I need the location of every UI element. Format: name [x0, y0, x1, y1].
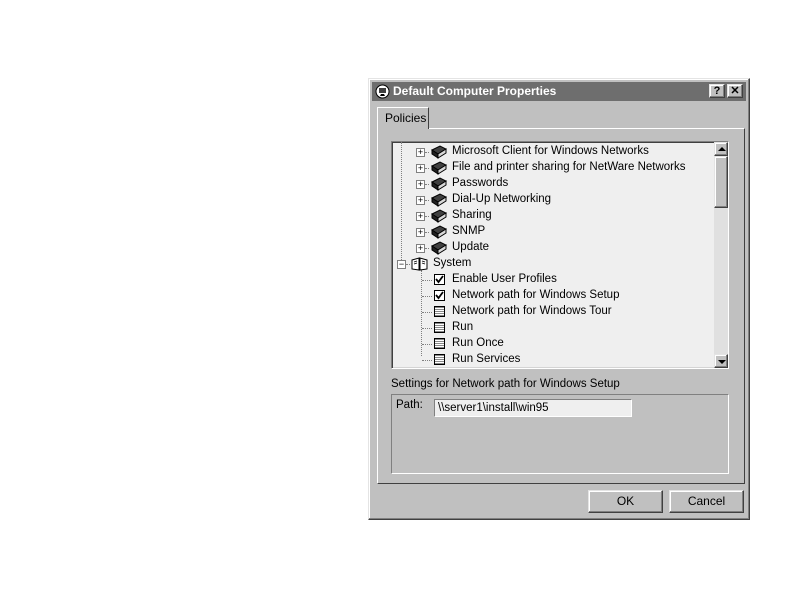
- expand-icon[interactable]: +: [416, 148, 425, 157]
- scroll-up-button[interactable]: [714, 142, 728, 156]
- computer-policy-icon: [375, 84, 390, 99]
- help-button[interactable]: ?: [709, 84, 725, 98]
- expand-icon[interactable]: +: [416, 228, 425, 237]
- closed-book-icon: [430, 145, 448, 159]
- tab-policies[interactable]: Policies: [377, 107, 429, 129]
- closed-book-icon: [430, 177, 448, 191]
- tree-item[interactable]: + SNMP: [392, 224, 712, 240]
- settings-label: Settings for Network path for Windows Se…: [391, 378, 620, 390]
- tree-item[interactable]: + File and printer sharing for NetWare Ne…: [392, 160, 712, 176]
- expand-icon[interactable]: +: [416, 212, 425, 221]
- tree-connector: [425, 248, 429, 249]
- path-label: Path:: [396, 399, 423, 411]
- tree-item[interactable]: + Passwords: [392, 176, 712, 192]
- policy-tree-rows: + Microsoft Client for Windows Networks + F…: [392, 142, 712, 366]
- tree-item[interactable]: + Dial-Up Networking: [392, 192, 712, 208]
- tree-item-label: Passwords: [452, 177, 509, 189]
- tree-item[interactable]: Network path for Windows Setup: [392, 288, 712, 304]
- checkmark-icon: [435, 291, 444, 300]
- tree-item-label: File and printer sharing for NetWare Net…: [452, 161, 686, 173]
- cancel-button[interactable]: Cancel: [669, 490, 744, 513]
- tree-connector: [425, 200, 429, 201]
- expand-icon[interactable]: +: [416, 244, 425, 253]
- grayed-checkbox[interactable]: [434, 338, 445, 349]
- tree-item-label: Network path for Windows Setup: [452, 289, 620, 301]
- expand-icon[interactable]: +: [416, 164, 425, 173]
- tree-item[interactable]: + Microsoft Client for Windows Networks: [392, 144, 712, 160]
- tree-item-label: System: [433, 257, 472, 269]
- tree-connector: [425, 216, 429, 217]
- tree-connector: [422, 296, 432, 297]
- closed-book-icon: [430, 241, 448, 255]
- tree-item-label: Run Once: [452, 337, 504, 349]
- tree-item[interactable]: + Sharing: [392, 208, 712, 224]
- tree-connector: [422, 280, 432, 281]
- tree-item-label: Update: [452, 241, 490, 253]
- tree-connector: [422, 312, 432, 313]
- scroll-thumb[interactable]: [714, 156, 728, 208]
- tree-item[interactable]: + Update: [392, 240, 712, 256]
- expand-icon[interactable]: +: [416, 180, 425, 189]
- tree-connector: [425, 168, 429, 169]
- tree-item-label: Sharing: [452, 209, 492, 221]
- title-bar[interactable]: Default Computer Properties ? ✕: [372, 82, 746, 101]
- closed-book-icon: [430, 209, 448, 223]
- tree-connector: [422, 328, 432, 329]
- tree-connector: [422, 360, 432, 361]
- closed-book-icon: [430, 193, 448, 207]
- tree-item[interactable]: Network path for Windows Tour: [392, 304, 712, 320]
- policy-tree[interactable]: + Microsoft Client for Windows Networks + F…: [391, 141, 729, 369]
- tree-item[interactable]: Run Services: [392, 352, 712, 368]
- tree-item-label: Run: [452, 321, 474, 333]
- tree-scrollbar[interactable]: [714, 142, 728, 368]
- tree-item[interactable]: − System: [392, 256, 712, 272]
- expand-icon[interactable]: +: [416, 196, 425, 205]
- settings-box: Path:: [391, 394, 729, 474]
- tree-connector: [425, 184, 429, 185]
- tree-connector: [425, 232, 429, 233]
- checkmark-icon: [435, 275, 444, 284]
- tree-item-label: Network path for Windows Tour: [452, 305, 612, 317]
- tab-policies-label: Policies: [385, 111, 427, 125]
- tree-item-label: SNMP: [452, 225, 486, 237]
- closed-book-icon: [430, 161, 448, 175]
- tree-item-label: Enable User Profiles: [452, 273, 557, 285]
- arrow-down-icon: [718, 360, 726, 364]
- ok-button[interactable]: OK: [588, 490, 663, 513]
- close-button[interactable]: ✕: [727, 84, 743, 98]
- open-book-icon: [411, 257, 428, 271]
- tree-item-label: Dial-Up Networking: [452, 193, 552, 205]
- policies-panel: + Microsoft Client for Windows Networks + F…: [377, 128, 745, 484]
- tree-item-label: Run Services: [452, 353, 521, 365]
- tree-connector: [425, 152, 429, 153]
- properties-dialog: Default Computer Properties ? ✕ Policies…: [368, 78, 750, 520]
- collapse-icon[interactable]: −: [397, 260, 406, 269]
- tree-connector: [422, 344, 432, 345]
- tree-item[interactable]: Enable User Profiles: [392, 272, 712, 288]
- path-input[interactable]: [434, 399, 632, 417]
- arrow-up-icon: [718, 147, 726, 151]
- grayed-checkbox[interactable]: [434, 354, 445, 365]
- window-title: Default Computer Properties: [393, 84, 557, 98]
- checked-checkbox[interactable]: [434, 274, 445, 285]
- grayed-checkbox[interactable]: [434, 306, 445, 317]
- scroll-down-button[interactable]: [714, 354, 728, 368]
- tree-item-label: Microsoft Client for Windows Networks: [452, 145, 649, 157]
- tree-connector: [406, 264, 410, 265]
- tree-item[interactable]: Run Once: [392, 336, 712, 352]
- grayed-checkbox[interactable]: [434, 322, 445, 333]
- closed-book-icon: [430, 225, 448, 239]
- checked-checkbox[interactable]: [434, 290, 445, 301]
- tree-item[interactable]: Run: [392, 320, 712, 336]
